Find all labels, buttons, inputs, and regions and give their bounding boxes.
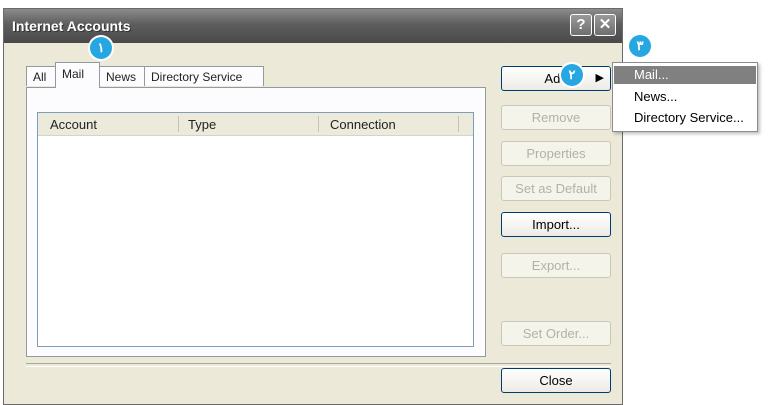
help-button[interactable]: ? [570, 14, 592, 36]
column-divider[interactable] [178, 116, 179, 132]
import-button[interactable]: Import... [501, 212, 611, 237]
submenu-arrow-icon: ▶ [595, 72, 604, 84]
step-marker-1: ١ [90, 37, 112, 59]
menu-item-news[interactable]: News... [614, 88, 756, 106]
remove-button[interactable]: Remove [501, 105, 611, 130]
properties-button[interactable]: Properties [501, 141, 611, 166]
export-button[interactable]: Export... [501, 253, 611, 278]
set-as-default-button[interactable]: Set as Default [501, 176, 611, 201]
column-type[interactable]: Type [188, 117, 216, 132]
column-connection[interactable]: Connection [330, 117, 396, 132]
list-header: Account Type Connection [38, 113, 473, 136]
column-divider[interactable] [458, 116, 459, 132]
window-title: Internet Accounts [12, 18, 131, 34]
menu-item-mail[interactable]: Mail... [614, 66, 756, 84]
add-button[interactable]: Add ▶ [501, 66, 611, 91]
internet-accounts-dialog: Internet Accounts ? ✕ All Mail News Dire… [3, 8, 623, 405]
mail-tab-panel: Account Type Connection [26, 87, 486, 357]
column-account[interactable]: Account [50, 117, 97, 132]
column-divider[interactable] [318, 116, 319, 132]
step-marker-2: ٢ [561, 64, 583, 86]
menu-item-directory-service[interactable]: Directory Service... [614, 109, 756, 127]
set-order-button[interactable]: Set Order... [501, 321, 611, 346]
close-window-button[interactable]: ✕ [594, 14, 616, 36]
add-submenu: Mail... News... Directory Service... [612, 62, 758, 132]
accounts-list[interactable]: Account Type Connection [37, 112, 474, 347]
step-marker-3: ٣ [629, 35, 651, 57]
tab-mail[interactable]: Mail [55, 62, 100, 88]
tab-news[interactable]: News [99, 66, 145, 86]
close-button[interactable]: Close [501, 368, 611, 393]
divider [26, 363, 611, 367]
tab-directory-service[interactable]: Directory Service [144, 66, 264, 86]
tab-all[interactable]: All [26, 66, 56, 86]
